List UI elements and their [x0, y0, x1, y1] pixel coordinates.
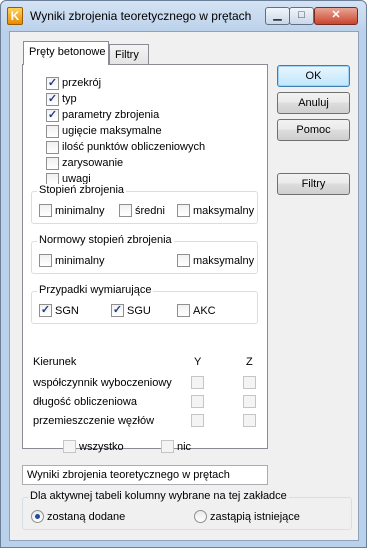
- tab-prety-betonowe[interactable]: Pręty betonowe: [23, 41, 109, 65]
- kierunek-row-label: współczynnik wyboczeniowy: [33, 377, 172, 389]
- stopien-maksymalny-checkbox[interactable]: [177, 204, 190, 217]
- window-title: Wyniki zbrojenia teoretycznego w prętach: [30, 9, 252, 23]
- kierunek-row-label: długość obliczeniowa: [33, 396, 137, 408]
- tab-filtry[interactable]: Filtry: [109, 44, 149, 65]
- przypadki-sgu-checkbox[interactable]: [111, 304, 124, 317]
- option-typ-label: typ: [62, 93, 77, 105]
- kierunek-label: Kierunek: [33, 356, 77, 368]
- tab-panel: przekrój typ parametry zbrojenia ugięcie…: [22, 64, 268, 453]
- ok-button[interactable]: OK: [277, 65, 350, 87]
- przypadki-wymiarujace-group: Przypadki wymiarujące SGN SGU AKC: [31, 284, 258, 324]
- wyboczeniowy-y-checkbox[interactable]: [191, 376, 204, 389]
- option-ugiecie-label: ugięcie maksymalne: [62, 125, 162, 137]
- option-ilosc-punktow-checkbox[interactable]: [46, 141, 59, 154]
- wszystko-label: wszystko: [79, 441, 124, 453]
- stopien-minimalny-checkbox[interactable]: [39, 204, 52, 217]
- kierunek-y-header: Y: [194, 356, 202, 368]
- minimize-button[interactable]: ▁: [265, 7, 290, 25]
- columns-mode-group: Dla aktywnej tabeli kolumny wybrane na t…: [22, 490, 352, 530]
- stopien-sredni-label: średni: [135, 205, 165, 217]
- stopien-zbrojenia-title: Stopień zbrojenia: [37, 184, 127, 196]
- option-ugiecie-checkbox[interactable]: [46, 125, 59, 138]
- dlugosc-z-checkbox[interactable]: [243, 395, 256, 408]
- option-zarysowanie-checkbox[interactable]: [46, 157, 59, 170]
- normowy-stopien-group: Normowy stopień zbrojenia minimalny maks…: [31, 234, 258, 274]
- zastapia-istniejace-radio[interactable]: [194, 510, 207, 523]
- dialog-client-area: Pręty betonowe Filtry przekrój typ param…: [9, 31, 359, 541]
- zostana-dodane-label: zostaną dodane: [47, 511, 126, 523]
- normowy-maksymalny-label: maksymalny: [193, 255, 255, 267]
- cancel-button[interactable]: Anuluj: [277, 92, 350, 114]
- table-name-input[interactable]: Wyniki zbrojenia teoretycznego w prętach: [22, 465, 268, 485]
- option-przekroj-checkbox[interactable]: [46, 77, 59, 90]
- close-button[interactable]: ✕: [314, 7, 358, 25]
- przemieszczenie-z-checkbox[interactable]: [243, 414, 256, 427]
- kierunek-z-header: Z: [246, 356, 253, 368]
- normowy-minimalny-label: minimalny: [55, 255, 105, 267]
- option-parametry-label: parametry zbrojenia: [62, 109, 160, 121]
- nic-label: nic: [177, 441, 192, 453]
- wszystko-checkbox[interactable]: [63, 440, 76, 453]
- columns-mode-title: Dla aktywnej tabeli kolumny wybrane na t…: [28, 490, 289, 502]
- filters-button[interactable]: Filtry: [277, 173, 350, 195]
- normowy-minimalny-checkbox[interactable]: [39, 254, 52, 267]
- help-button[interactable]: Pomoc: [277, 119, 350, 141]
- option-parametry-checkbox[interactable]: [46, 109, 59, 122]
- option-typ-checkbox[interactable]: [46, 93, 59, 106]
- wyboczeniowy-z-checkbox[interactable]: [243, 376, 256, 389]
- normowy-maksymalny-checkbox[interactable]: [177, 254, 190, 267]
- przypadki-sgu-label: SGU: [127, 305, 151, 317]
- normowy-stopien-title: Normowy stopień zbrojenia: [37, 234, 174, 246]
- stopien-zbrojenia-group: Stopień zbrojenia minimalny średni maksy…: [31, 184, 258, 224]
- dialog-window: K Wyniki zbrojenia teoretycznego w pręta…: [0, 0, 367, 548]
- przypadki-sgn-checkbox[interactable]: [39, 304, 52, 317]
- zostana-dodane-radio[interactable]: [31, 510, 44, 523]
- nic-checkbox[interactable]: [161, 440, 174, 453]
- stopien-minimalny-label: minimalny: [55, 205, 105, 217]
- dlugosc-y-checkbox[interactable]: [191, 395, 204, 408]
- option-zarysowanie-label: zarysowanie: [62, 157, 124, 169]
- kierunek-row-label: przemieszczenie węzłów: [33, 415, 155, 427]
- przypadki-akc-label: AKC: [193, 305, 216, 317]
- stopien-maksymalny-label: maksymalny: [193, 205, 255, 217]
- przypadki-wymiarujace-title: Przypadki wymiarujące: [37, 284, 154, 296]
- przypadki-sgn-label: SGN: [55, 305, 79, 317]
- app-logo-icon: K: [7, 7, 23, 25]
- zastapia-istniejace-label: zastąpią istniejące: [210, 511, 300, 523]
- title-bar[interactable]: K Wyniki zbrojenia teoretycznego w pręta…: [1, 1, 366, 31]
- przypadki-akc-checkbox[interactable]: [177, 304, 190, 317]
- option-przekroj-label: przekrój: [62, 77, 102, 89]
- option-ilosc-punktow-label: ilość punktów obliczeniowych: [62, 141, 206, 153]
- maximize-button[interactable]: □: [289, 7, 314, 25]
- stopien-sredni-checkbox[interactable]: [119, 204, 132, 217]
- przemieszczenie-y-checkbox[interactable]: [191, 414, 204, 427]
